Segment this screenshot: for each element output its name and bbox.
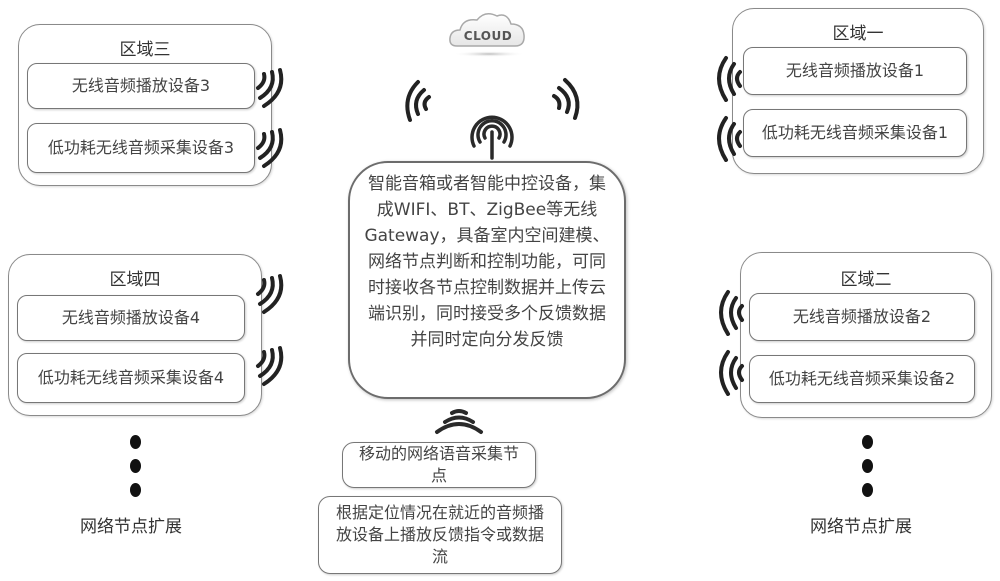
wifi-signal-left-icon (405, 80, 431, 122)
left-node-extension-label: 网络节点扩展 (80, 517, 182, 537)
region-4-box: 区域四 无线音频播放设备4 低功耗无线音频采集设备4 (8, 254, 262, 416)
device-label: 低功耗无线音频采集设备3 (47, 138, 235, 157)
region-1-audio-collector: 低功耗无线音频采集设备1 (743, 109, 967, 157)
cloud-label: CLOUD (464, 29, 512, 43)
ellipsis-dot (130, 459, 141, 473)
playback-feedback-label: 根据定位情况在就近的音频播放设备上播放反馈指令或数据流 (335, 503, 544, 566)
smart-hub-box: 智能音箱或者智能中控设备，集成WIFI、BT、ZigBee等无线Gateway，… (348, 161, 626, 399)
region-4-title: 区域四 (109, 270, 161, 290)
device-label: 低功耗无线音频采集设备4 (37, 368, 225, 387)
right-node-extension-label: 网络节点扩展 (810, 517, 912, 537)
region-3-audio-player: 无线音频播放设备3 (27, 63, 255, 109)
mobile-voice-node-label: 移动的网络语音采集节点 (358, 444, 519, 485)
device-label: 无线音频播放设备3 (71, 76, 211, 95)
mobile-node-signal-icon (435, 409, 483, 434)
wifi-signal-icon (717, 116, 742, 162)
device-label: 低功耗无线音频采集设备1 (761, 123, 949, 142)
region-4-audio-collector: 低功耗无线音频采集设备4 (17, 353, 245, 403)
region-1-title: 区域一 (832, 24, 884, 44)
region-3-title: 区域三 (119, 40, 171, 60)
wifi-signal-icon (256, 128, 284, 168)
wifi-signal-icon (256, 274, 284, 314)
ellipsis-dot (862, 459, 873, 473)
wifi-signal-icon (717, 56, 742, 102)
wifi-signal-right-icon (552, 78, 580, 120)
wifi-signal-icon (719, 350, 744, 396)
device-label: 无线音频播放设备4 (61, 308, 201, 327)
wifi-signal-icon (719, 290, 744, 336)
region-3-audio-collector: 低功耗无线音频采集设备3 (27, 123, 255, 173)
region-4-audio-player: 无线音频播放设备4 (17, 295, 245, 341)
wifi-signal-icon (256, 68, 284, 108)
ellipsis-dot (130, 483, 141, 497)
region-1-audio-player: 无线音频播放设备1 (743, 47, 967, 95)
playback-feedback-note: 根据定位情况在就近的音频播放设备上播放反馈指令或数据流 (318, 496, 562, 574)
region-1-box: 区域一 无线音频播放设备1 低功耗无线音频采集设备1 (732, 8, 984, 174)
region-2-title: 区域二 (840, 270, 892, 290)
device-label: 无线音频播放设备1 (785, 61, 925, 80)
region-2-audio-collector: 低功耗无线音频采集设备2 (749, 355, 975, 403)
smart-hub-description: 智能音箱或者智能中控设备，集成WIFI、BT、ZigBee等无线Gateway，… (364, 174, 610, 350)
device-label: 无线音频播放设备2 (792, 307, 932, 326)
wifi-signal-icon (256, 346, 284, 386)
antenna-broadcast-icon (470, 115, 514, 160)
cloud-icon: CLOUD (445, 8, 531, 58)
ellipsis-dot (862, 435, 873, 449)
region-2-audio-player: 无线音频播放设备2 (749, 293, 975, 341)
region-2-box: 区域二 无线音频播放设备2 低功耗无线音频采集设备2 (740, 252, 992, 418)
ellipsis-dot (130, 435, 141, 449)
ellipsis-dot (862, 483, 873, 497)
mobile-voice-node-box: 移动的网络语音采集节点 (342, 442, 536, 488)
device-label: 低功耗无线音频采集设备2 (768, 369, 956, 388)
region-3-box: 区域三 无线音频播放设备3 低功耗无线音频采集设备3 (18, 24, 272, 186)
